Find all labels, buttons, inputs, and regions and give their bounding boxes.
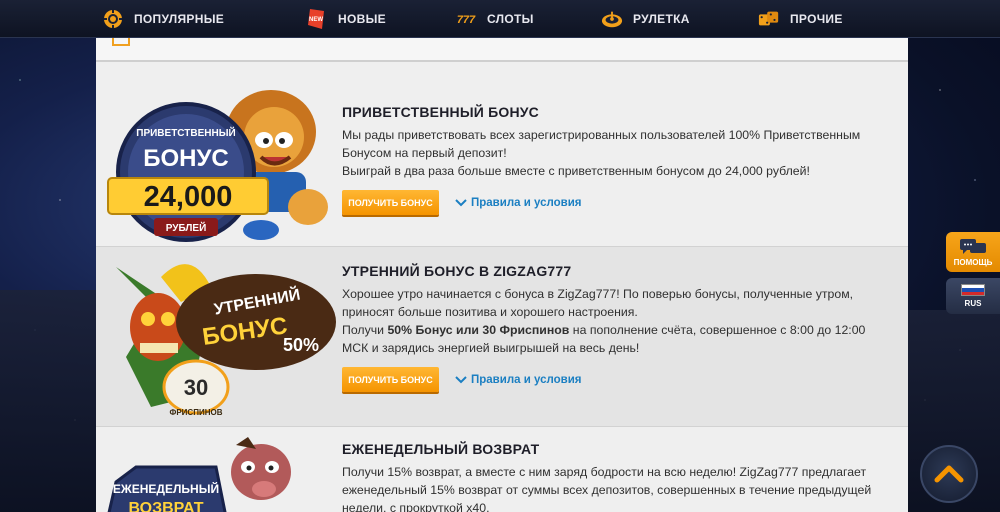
nav-item-roulette[interactable]: РУЛЕТКА xyxy=(601,0,690,38)
get-bonus-button[interactable]: ПОЛУЧИТЬ БОНУС xyxy=(342,190,439,215)
promo-weekly-cashback: ЕЖЕНЕДЕЛЬНЫЙ ВОЗВРАТ ЕЖЕНЕДЕЛЬНЫЙ ВОЗВРА… xyxy=(96,427,908,512)
help-label: ПОМОЩЬ xyxy=(953,258,993,267)
nav-item-other[interactable]: ПРОЧИЕ xyxy=(758,0,843,38)
morning-bonus-image: УТРЕННИЙ БОНУС 50% 30 ФРИСПИНОВ xyxy=(96,247,336,426)
language-selector[interactable]: RUS xyxy=(946,278,1000,314)
rules-link[interactable]: Правила и условия xyxy=(455,197,582,209)
nav-label-new: НОВЫЕ xyxy=(338,11,386,26)
help-button[interactable]: ПОМОЩЬ xyxy=(946,232,1000,272)
svg-text:ФРИСПИНОВ: ФРИСПИНОВ xyxy=(170,408,223,417)
weekly-cashback-text: ЕЖЕНЕДЕЛЬНЫЙ ВОЗВРАТ Получи 15% возврат,… xyxy=(342,441,882,512)
nav-label-roulette: РУЛЕТКА xyxy=(633,11,690,26)
promo-title: ПРИВЕТСТВЕННЫЙ БОНУС xyxy=(342,104,539,120)
promo-actions: ПОЛУЧИТЬ БОНУС Правила и условия xyxy=(342,367,882,392)
russia-flag-icon xyxy=(961,284,985,296)
language-label: RUS xyxy=(964,299,982,308)
rules-link-label: Правила и условия xyxy=(471,196,582,209)
svg-text:777: 777 xyxy=(457,14,476,26)
panel-header-strip xyxy=(96,38,908,62)
roulette-icon xyxy=(601,8,623,30)
svg-text:РУБЛЕЙ: РУБЛЕЙ xyxy=(166,221,207,234)
promo-title: УТРЕННИЙ БОНУС В ZIGZAG777 xyxy=(342,263,572,279)
promo-description-line: Мы рады приветствовать всех зарегистриро… xyxy=(342,128,861,160)
svg-text:50%: 50% xyxy=(283,335,319,355)
svg-text:30: 30 xyxy=(184,375,208,400)
morning-bonus-text: УТРЕННИЙ БОНУС В ZIGZAG777 Хорошее утро … xyxy=(342,263,882,392)
promo-title: ЕЖЕНЕДЕЛЬНЫЙ ВОЗВРАТ xyxy=(342,441,540,457)
text-fragment: Получи xyxy=(342,323,388,337)
background-decoration-left xyxy=(0,290,96,512)
nav-item-popular[interactable]: ПОПУЛЯРНЫЕ xyxy=(102,0,224,38)
text-fragment-bold: 50% Бонус или 30 Фриспинов xyxy=(387,323,570,337)
boar-mascot-icon xyxy=(231,437,291,500)
checkbox-icon[interactable] xyxy=(112,38,130,46)
welcome-bonus-text: ПРИВЕТСТВЕННЫЙ БОНУС Мы рады приветствов… xyxy=(342,104,882,215)
svg-text:ПРИВЕТСТВЕННЫЙ: ПРИВЕТСТВЕННЫЙ xyxy=(136,126,235,139)
nav-label-other: ПРОЧИЕ xyxy=(790,11,843,26)
promo-description-line: Получи 15% возврат, а вместе с ним заряд… xyxy=(342,465,872,512)
promo-description-line: Получи 50% Бонус или 30 Фриспинов на поп… xyxy=(342,321,882,357)
svg-text:ЕЖЕНЕДЕЛЬНЫЙ: ЕЖЕНЕДЕЛЬНЫЙ xyxy=(113,481,219,496)
nav-item-slots[interactable]: 777 СЛОТЫ xyxy=(455,0,534,38)
top-navigation: ПОПУЛЯРНЫЕ NEW НОВЫЕ 777 СЛОТЫ РУЛЕТКА П… xyxy=(0,0,1000,38)
rules-link-label: Правила и условия xyxy=(471,373,582,386)
promo-actions: ПОЛУЧИТЬ БОНУС Правила и условия xyxy=(342,190,882,215)
nav-label-slots: СЛОТЫ xyxy=(487,11,534,26)
promo-description-line: Выиграй в два раза больше вместе с приве… xyxy=(342,164,810,178)
svg-text:NEW: NEW xyxy=(309,17,323,23)
new-badge-icon: NEW xyxy=(306,8,328,30)
nav-item-new[interactable]: NEW НОВЫЕ xyxy=(306,0,386,38)
slots-777-icon: 777 xyxy=(455,8,477,30)
promo-welcome-bonus: ПРИВЕТСТВЕННЫЙ БОНУС 24,000 РУБЛЕЙ ПРИВЕ… xyxy=(96,62,908,247)
promotions-panel: ПРИВЕТСТВЕННЫЙ БОНУС 24,000 РУБЛЕЙ ПРИВЕ… xyxy=(96,38,908,512)
scroll-to-top-button[interactable] xyxy=(920,445,978,503)
welcome-bonus-image: ПРИВЕТСТВЕННЫЙ БОНУС 24,000 РУБЛЕЙ xyxy=(96,62,336,246)
rules-link[interactable]: Правила и условия xyxy=(455,374,582,386)
dice-icon xyxy=(758,8,780,30)
get-bonus-button[interactable]: ПОЛУЧИТЬ БОНУС xyxy=(342,367,439,392)
svg-text:24,000: 24,000 xyxy=(144,181,233,213)
nav-label-popular: ПОПУЛЯРНЫЕ xyxy=(134,11,225,26)
weekly-cashback-image: ЕЖЕНЕДЕЛЬНЫЙ ВОЗВРАТ xyxy=(96,427,336,512)
svg-text:ВОЗВРАТ: ВОЗВРАТ xyxy=(129,500,204,512)
chevron-up-icon xyxy=(934,465,964,483)
promo-morning-bonus: УТРЕННИЙ БОНУС 50% 30 ФРИСПИНОВ УТРЕННИЙ… xyxy=(96,247,908,427)
chevron-down-icon xyxy=(455,198,467,206)
chevron-down-icon xyxy=(455,375,467,383)
chat-bubbles-icon xyxy=(960,239,986,254)
svg-text:БОНУС: БОНУС xyxy=(143,145,229,172)
promo-description-line: Хорошее утро начинается с бонуса в ZigZa… xyxy=(342,287,854,319)
chip-icon xyxy=(102,8,124,30)
